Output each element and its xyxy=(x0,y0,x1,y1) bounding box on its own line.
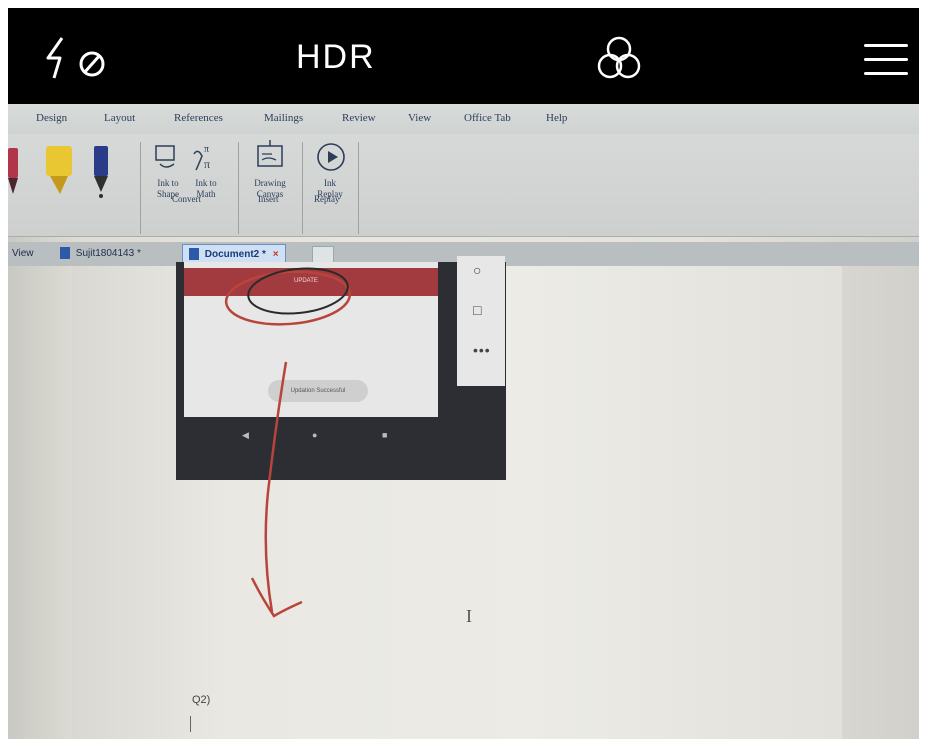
ink-annotations xyxy=(224,267,352,618)
filters-icon[interactable] xyxy=(596,34,642,84)
arrow-shaft xyxy=(264,361,288,613)
q2-label: Q2) xyxy=(192,694,211,706)
flash-off-icon[interactable] xyxy=(46,36,116,80)
camera-viewfinder[interactable]: Design Layout References Mailings Review… xyxy=(8,104,919,739)
camera-toolbar: HDR xyxy=(8,8,919,104)
text-cursor-icon: I xyxy=(466,606,472,626)
hdr-toggle[interactable]: HDR xyxy=(296,38,376,77)
hamburger-menu-icon[interactable] xyxy=(864,44,908,78)
text-caret xyxy=(190,716,191,732)
arrow-head xyxy=(250,577,303,618)
